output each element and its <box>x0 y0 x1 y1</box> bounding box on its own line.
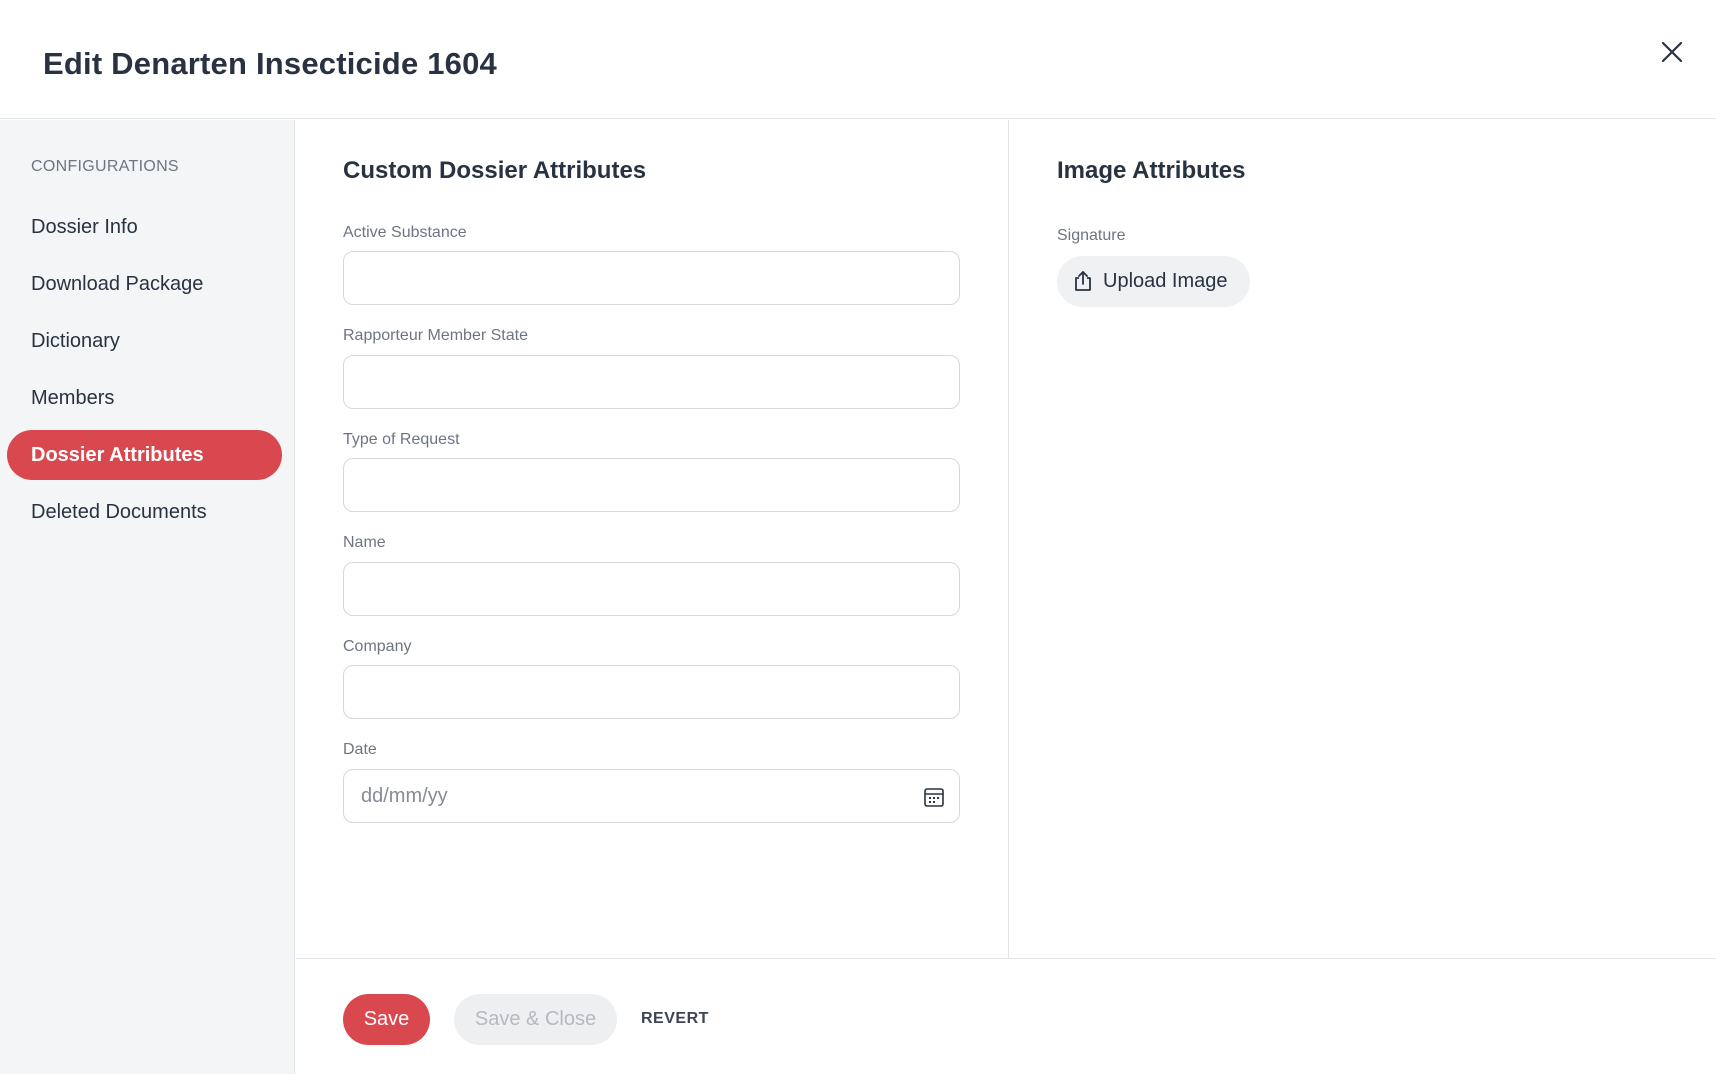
upload-image-label: Upload Image <box>1103 270 1228 292</box>
active-substance-input[interactable] <box>343 251 960 305</box>
rapporteur-member-state-label: Rapporteur Member State <box>343 327 528 344</box>
sidebar-item-download-package[interactable]: Download Package <box>7 259 282 309</box>
upload-image-button[interactable]: Upload Image <box>1057 256 1250 307</box>
sidebar-heading: CONFIGURATIONS <box>31 158 179 175</box>
sidebar-item-dossier-attributes[interactable]: Dossier Attributes <box>7 430 282 480</box>
sidebar-item-dictionary[interactable]: Dictionary <box>7 316 282 366</box>
sidebar-item-members[interactable]: Members <box>7 373 282 423</box>
upload-icon <box>1075 271 1091 291</box>
calendar-icon[interactable] <box>922 785 946 809</box>
signature-label: Signature <box>1057 227 1126 244</box>
close-icon[interactable] <box>1656 36 1688 68</box>
type-of-request-input[interactable] <box>343 458 960 512</box>
company-label: Company <box>343 638 412 655</box>
type-of-request-label: Type of Request <box>343 431 460 448</box>
active-substance-label: Active Substance <box>343 224 467 241</box>
custom-attributes-title: Custom Dossier Attributes <box>343 157 647 184</box>
name-input[interactable] <box>343 562 960 616</box>
image-attributes-title: Image Attributes <box>1057 157 1246 184</box>
company-input[interactable] <box>343 665 960 719</box>
save-button[interactable]: Save <box>343 994 430 1045</box>
date-input[interactable] <box>343 769 960 823</box>
dialog-footer: Save Save & Close REVERT <box>296 958 1716 1074</box>
sidebar-item-dossier-info[interactable]: Dossier Info <box>7 202 282 252</box>
sidebar: CONFIGURATIONS Dossier Info Download Pac… <box>0 120 295 1074</box>
dialog-title: Edit Denarten Insecticide 1604 <box>43 46 497 81</box>
revert-button[interactable]: REVERT <box>641 1010 709 1028</box>
save-and-close-button[interactable]: Save & Close <box>454 994 617 1045</box>
name-label: Name <box>343 534 386 551</box>
dialog-header: Edit Denarten Insecticide 1604 <box>0 0 1716 119</box>
column-divider <box>1008 120 1009 958</box>
rapporteur-member-state-input[interactable] <box>343 355 960 409</box>
sidebar-item-deleted-documents[interactable]: Deleted Documents <box>7 487 282 537</box>
date-label: Date <box>343 741 377 758</box>
